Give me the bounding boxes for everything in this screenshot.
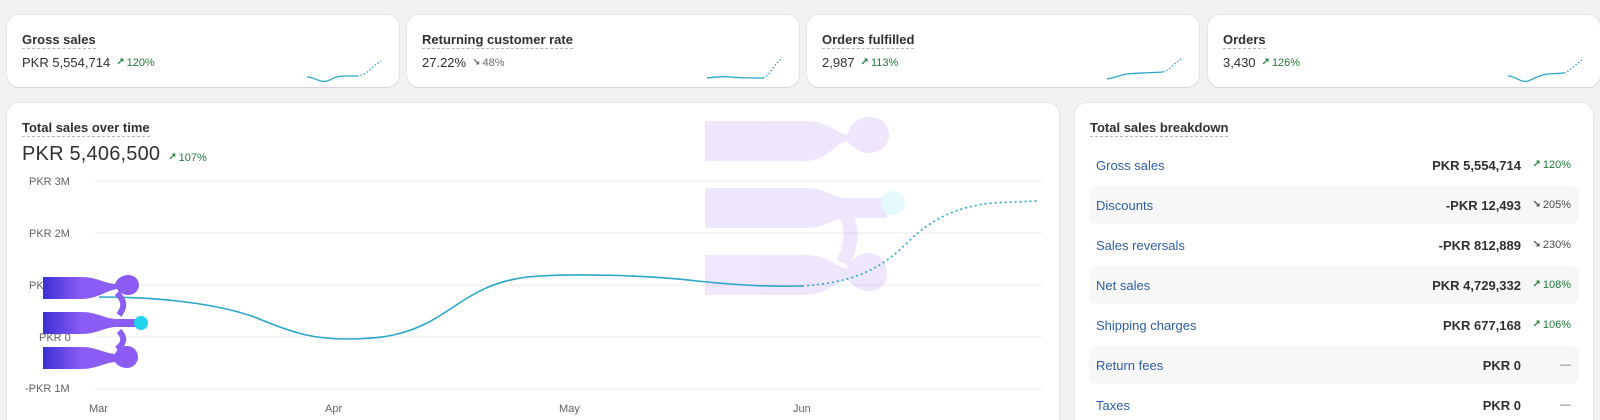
breakdown-value: -PKR 12,493 <box>1445 197 1521 213</box>
breakdown-value: PKR 677,168 <box>1442 317 1521 333</box>
metric-value: 2,987 <box>822 55 855 70</box>
metric-value-row: 2,987 ↗ 113% <box>822 55 898 70</box>
breakdown-values: PKR 4,729,332 ↗ 108% <box>1432 278 1571 293</box>
delta-badge: ↗ 126% <box>1262 57 1301 69</box>
breakdown-row-return-fees: Return fees PKR 0 — <box>1089 346 1579 384</box>
metric-value: 27.22% <box>422 55 467 70</box>
breakdown-title[interactable]: Total sales breakdown <box>1090 120 1229 137</box>
delta-badge: ↗ 113% <box>861 57 899 69</box>
sparkline <box>1507 59 1583 83</box>
metric-card-gross-sales[interactable]: Gross sales PKR 5,554,714 ↗ 120% <box>7 15 399 87</box>
breakdown-row-taxes: Taxes PKR 0 — <box>1089 386 1579 420</box>
arrow-down-right-icon: ↘ <box>1532 239 1541 250</box>
metric-value-row: 27.22% ↘ 48% <box>422 55 505 70</box>
metric-card-returning-customer-rate[interactable]: Returning customer rate 27.22% ↘ 48% <box>407 15 799 87</box>
metric-title[interactable]: Returning customer rate <box>422 32 573 49</box>
metric-value-row: PKR 5,554,714 ↗ 120% <box>22 55 155 70</box>
arrow-up-right-icon: ↗ <box>116 57 125 68</box>
arrow-up-right-icon: ↗ <box>1532 319 1541 330</box>
arrow-up-right-icon: ↗ <box>860 57 869 68</box>
metric-card-orders[interactable]: Orders 3,430 ↗ 126% <box>1208 15 1600 87</box>
breakdown-values: -PKR 812,889 ↘ 230% <box>1439 238 1571 253</box>
breakdown-row-shipping-charges: Shipping charges PKR 677,168 ↗ 106% <box>1089 306 1579 344</box>
delta-value: 120% <box>126 56 155 69</box>
delta-badge: — <box>1529 359 1571 371</box>
breakdown-value: PKR 4,729,332 <box>1432 277 1521 293</box>
breakdown-values: -PKR 12,493 ↘ 205% <box>1446 198 1571 213</box>
breakdown-row-net-sales: Net sales PKR 4,729,332 ↗ 108% <box>1089 266 1579 304</box>
breakdown-value: PKR 5,554,714 <box>1432 157 1521 173</box>
breakdown-row-discounts: Discounts -PKR 12,493 ↘ 205% <box>1089 186 1579 224</box>
sparkline <box>706 58 782 79</box>
delta-badge: ↘ 48% <box>472 57 504 69</box>
sales-line-chart <box>43 117 1042 390</box>
breakdown-label[interactable]: Sales reversals <box>1096 238 1185 253</box>
breakdown-value: -PKR 812,889 <box>1438 237 1521 253</box>
breakdown-label[interactable]: Taxes <box>1096 398 1130 413</box>
delta-value: 205% <box>1542 199 1571 211</box>
sparkline <box>306 60 382 83</box>
metric-title[interactable]: Gross sales <box>22 32 96 49</box>
delta-badge: ↗ 108% <box>1529 279 1571 291</box>
breakdown-values: PKR 5,554,714 ↗ 120% <box>1432 158 1571 173</box>
delta-value: 108% <box>1542 279 1571 291</box>
breakdown-row-sales-reversals: Sales reversals -PKR 812,889 ↘ 230% <box>1089 226 1579 264</box>
delta-value: 113% <box>870 56 899 69</box>
delta-badge: ↘ 230% <box>1529 239 1571 251</box>
delta-value: 120% <box>1542 159 1571 171</box>
delta-badge: ↘ 205% <box>1529 199 1571 211</box>
sales-breakdown-card: Total sales breakdown Gross sales PKR 5,… <box>1075 103 1593 420</box>
metric-title[interactable]: Orders fulfilled <box>822 32 915 49</box>
delta-badge: ↗ 120% <box>116 57 155 69</box>
metric-card-orders-fulfilled[interactable]: Orders fulfilled 2,987 ↗ 113% <box>807 15 1199 87</box>
delta-value: 126% <box>1271 56 1301 69</box>
delta-badge: — <box>1529 399 1571 411</box>
breakdown-values: PKR 677,168 ↗ 106% <box>1443 318 1571 333</box>
decorative-brand-marks <box>43 275 148 369</box>
breakdown-value: PKR 0 <box>1482 357 1521 373</box>
breakdown-label[interactable]: Gross sales <box>1096 158 1165 173</box>
breakdown-row-gross-sales: Gross sales PKR 5,554,714 ↗ 120% <box>1089 146 1579 184</box>
breakdown-label[interactable]: Discounts <box>1096 198 1153 213</box>
arrow-up-right-icon: ↗ <box>1261 57 1270 68</box>
delta-value: — <box>1560 359 1571 371</box>
arrow-up-right-icon: ↗ <box>1532 159 1541 170</box>
delta-value: 230% <box>1542 239 1571 251</box>
sparkline <box>1106 58 1182 80</box>
arrow-down-right-icon: ↘ <box>1532 199 1541 210</box>
metric-title[interactable]: Orders <box>1223 32 1266 49</box>
breakdown-values: PKR 0 — <box>1483 398 1571 413</box>
delta-badge: ↗ 120% <box>1529 159 1571 171</box>
breakdown-values: PKR 0 — <box>1483 358 1571 373</box>
breakdown-value: PKR 0 <box>1482 397 1521 413</box>
breakdown-label[interactable]: Return fees <box>1096 358 1163 373</box>
arrow-down-right-icon: ↘ <box>472 57 481 68</box>
delta-value: — <box>1560 399 1571 411</box>
metric-value: 3,430 <box>1223 55 1256 70</box>
sales-over-time-card: Total sales over time PKR 5,406,500 ↗ 10… <box>7 103 1059 420</box>
delta-badge: ↗ 106% <box>1529 319 1571 331</box>
delta-value: 48% <box>482 56 505 69</box>
delta-value: 106% <box>1542 319 1571 331</box>
arrow-up-right-icon: ↗ <box>1532 279 1541 290</box>
metric-value-row: 3,430 ↗ 126% <box>1223 55 1300 70</box>
metric-value: PKR 5,554,714 <box>22 55 111 70</box>
breakdown-label[interactable]: Shipping charges <box>1096 318 1196 333</box>
breakdown-label[interactable]: Net sales <box>1096 278 1150 293</box>
